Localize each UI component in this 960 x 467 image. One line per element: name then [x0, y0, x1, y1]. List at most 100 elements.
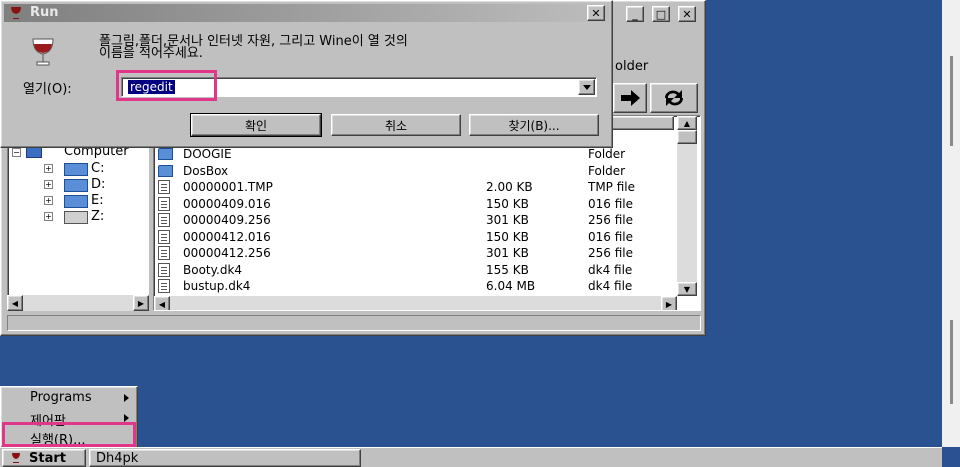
table-row[interactable]: 00000001.TMP 2.00 KB TMP file	[154, 179, 678, 195]
table-row[interactable]: DosBox Folder	[154, 163, 678, 179]
refresh-icon	[664, 90, 684, 106]
table-row[interactable]: 00000412.016 150 KB 016 file	[154, 229, 678, 245]
arrow-left-icon: ◀	[11, 298, 19, 308]
open-label: 열기(O):	[23, 82, 72, 97]
run-dialog-title: Run	[30, 5, 59, 20]
wine-glass-icon	[11, 7, 21, 19]
wine-glass-icon	[12, 453, 20, 463]
menu-item-programs[interactable]: Programs	[4, 389, 134, 407]
scroll-thumb[interactable]	[677, 130, 697, 144]
file-size: 6.04 MB	[486, 279, 536, 293]
table-row[interactable]: 00000412.256 301 KB 256 file	[154, 245, 678, 261]
tree-item-drive[interactable]: Z:	[91, 209, 104, 224]
refresh-button[interactable]	[650, 83, 698, 113]
arrow-right-icon: ▶	[137, 298, 145, 308]
scroll-right-button[interactable]: ▶	[661, 296, 677, 310]
file-icon	[158, 246, 170, 260]
maximize-button[interactable]: □	[652, 6, 670, 22]
tree-expand-icon[interactable]: +	[44, 164, 53, 173]
tree-item-drive[interactable]: E:	[91, 193, 104, 208]
taskbar: Start Dh4pk	[0, 447, 942, 467]
file-size: 301 KB	[486, 213, 529, 227]
close-icon: ✕	[682, 7, 692, 21]
arrow-down-icon: ▼	[683, 284, 691, 294]
file-list-hscrollbar[interactable]: ◀ ▶	[154, 296, 677, 310]
file-name: 00000409.016	[183, 196, 271, 211]
file-list-vscrollbar[interactable]: ▲ ▼	[677, 116, 697, 296]
file-icon	[158, 180, 170, 194]
run-dialog-titlebar: Run ✕	[4, 4, 609, 22]
maximize-icon: □	[655, 7, 667, 21]
run-close-button[interactable]: ✕	[587, 5, 605, 21]
task-label: Dh4pk	[96, 450, 139, 466]
file-name: 00000001.TMP	[183, 180, 273, 194]
start-button-label: Start	[29, 450, 66, 466]
tree-expand-icon[interactable]: +	[44, 180, 53, 189]
file-type: 016 file	[588, 196, 633, 211]
right-scroll-strip	[942, 0, 960, 447]
file-size: 2.00 KB	[486, 180, 533, 194]
forward-button[interactable]	[613, 83, 647, 113]
close-icon: ✕	[591, 6, 601, 20]
scroll-right-button[interactable]: ▶	[133, 295, 149, 311]
file-type: 256 file	[588, 246, 633, 260]
toolbar-folder-label: older	[615, 59, 649, 74]
tree-hscrollbar[interactable]: ◀ ▶	[7, 295, 149, 311]
tree-item-drive[interactable]: D:	[91, 177, 105, 192]
arrow-right-icon: ▶	[665, 299, 673, 309]
drive-icon	[64, 211, 88, 224]
file-icon	[158, 213, 170, 227]
tree-collapse-icon[interactable]: −	[12, 148, 21, 157]
run-prompt: 폴그림,폴더,문서나 인터넷 자원, 그리고 Wine이 열 것의 이름을 적어…	[99, 35, 408, 61]
table-row[interactable]: 00000409.016 150 KB 016 file	[154, 196, 678, 212]
menu-item-label: Programs	[30, 390, 92, 405]
scroll-thumb-bottom[interactable]	[950, 320, 953, 404]
file-type: TMP file	[588, 180, 636, 194]
file-size: 150 KB	[486, 196, 529, 211]
file-icon	[158, 196, 170, 211]
highlight-box	[116, 70, 217, 101]
taskbar-task-button[interactable]: Dh4pk	[89, 449, 361, 467]
minimize-button[interactable]: _	[626, 6, 644, 22]
arrow-up-icon: ▲	[683, 118, 691, 128]
start-button[interactable]: Start	[2, 449, 86, 467]
file-size: 155 KB	[486, 262, 529, 277]
dropdown-button[interactable]	[578, 79, 595, 95]
file-name: DOOGIE	[183, 147, 232, 161]
arrow-right-icon	[621, 90, 640, 106]
file-name: 00000412.256	[183, 246, 271, 260]
tree-expand-icon[interactable]: +	[44, 212, 53, 221]
file-type: dk4 file	[588, 279, 633, 293]
drive-icon	[64, 195, 88, 208]
chevron-down-icon	[582, 84, 591, 90]
file-type: 016 file	[588, 229, 633, 244]
table-row[interactable]: Booty.dk4 155 KB dk4 file	[154, 262, 678, 278]
submenu-arrow-icon	[124, 414, 129, 422]
scroll-up-button[interactable]: ▲	[677, 116, 697, 130]
close-button[interactable]: ✕	[678, 6, 696, 22]
file-size: 301 KB	[486, 246, 529, 260]
file-name: 00000412.016	[183, 229, 271, 244]
submenu-arrow-icon	[124, 394, 129, 402]
minimize-icon: _	[632, 7, 638, 21]
table-row[interactable]: DOOGIE Folder	[154, 146, 678, 162]
file-type: 256 file	[588, 213, 633, 227]
scroll-left-button[interactable]: ◀	[154, 296, 170, 310]
file-name: 00000409.256	[183, 213, 271, 227]
status-bar	[7, 315, 701, 331]
scroll-left-button[interactable]: ◀	[7, 295, 23, 311]
file-type: dk4 file	[588, 262, 633, 277]
table-row[interactable]: bustup.dk4 6.04 MB dk4 file	[154, 278, 678, 294]
ok-button[interactable]: 확인	[190, 113, 322, 137]
scroll-thumb-top[interactable]	[950, 56, 953, 146]
tree-item-drive[interactable]: C:	[91, 161, 104, 176]
cancel-button[interactable]: 취소	[331, 114, 461, 136]
file-type: Folder	[588, 163, 626, 178]
tree-expand-icon[interactable]: +	[44, 196, 53, 205]
arrow-left-icon: ◀	[158, 299, 166, 309]
run-prompt-line-2: 이름을 적어주세요.	[99, 46, 203, 61]
table-row[interactable]: 00000409.256 301 KB 256 file	[154, 212, 678, 228]
highlight-box	[2, 422, 136, 447]
scroll-down-button[interactable]: ▼	[677, 282, 697, 296]
browse-button[interactable]: 찾기(B)...	[469, 114, 599, 136]
